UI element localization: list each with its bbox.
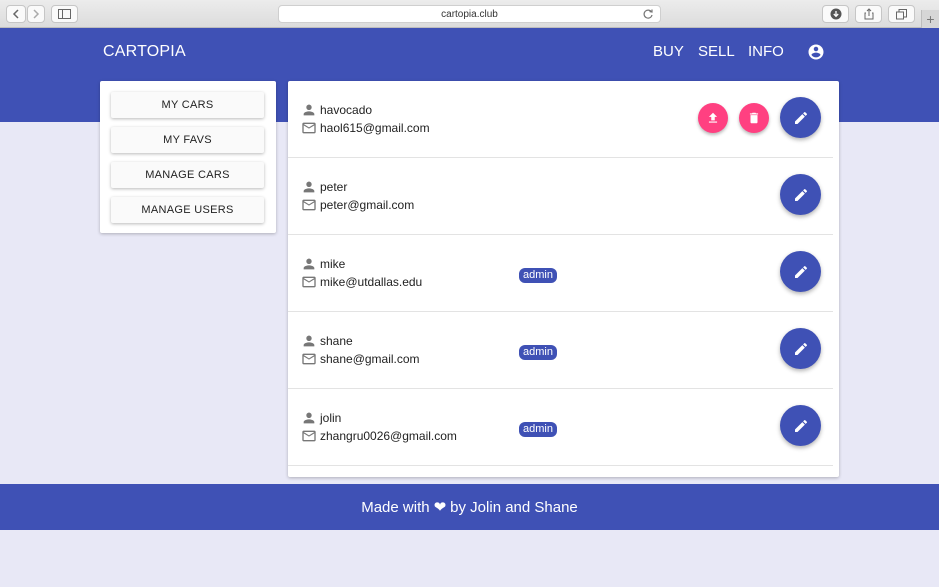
sidebar-menu: MY CARS MY FAVS MANAGE CARS MANAGE USERS (100, 81, 276, 233)
sidebar-item-manage-cars[interactable]: MANAGE CARS (111, 162, 264, 188)
mail-icon (302, 276, 316, 288)
plus-icon: + (926, 11, 935, 27)
email-line: haol615@gmail.com (301, 120, 430, 136)
brand-logo[interactable]: CARTOPIA (103, 43, 186, 61)
footer: Made with ❤ by Jolin and Shane (0, 484, 939, 530)
address-bar[interactable]: cartopia.club (278, 5, 661, 23)
mail-icon (302, 430, 316, 442)
username-line: havocado (301, 102, 372, 118)
edit-icon (794, 265, 807, 278)
username: shane (320, 334, 353, 348)
edit-icon (794, 419, 807, 432)
share-icon (864, 8, 873, 20)
user-list-card: havocado haol615@gmail.com peter peter@g… (288, 81, 839, 477)
email: mike@utdallas.edu (320, 275, 423, 289)
person-icon (303, 412, 315, 424)
person-icon (303, 335, 315, 347)
username: mike (320, 257, 346, 271)
username: jolin (320, 411, 342, 425)
username: peter (320, 180, 348, 194)
edit-button[interactable] (780, 174, 821, 215)
sidebar-toggle-button[interactable] (51, 5, 78, 23)
account-button[interactable] (807, 43, 825, 66)
chevron-left-icon (12, 9, 19, 19)
sidebar-item-my-favs[interactable]: MY FAVS (111, 127, 264, 153)
share-button[interactable] (855, 5, 882, 23)
tabs-overview-button[interactable] (888, 5, 915, 23)
url-text: cartopia.club (441, 8, 498, 20)
user-row: jolin zhangru0026@gmail.com admin (288, 389, 833, 466)
sidebar-item-my-cars[interactable]: MY CARS (111, 92, 264, 118)
email: peter@gmail.com (320, 198, 415, 212)
footer-credits: by Jolin and Shane (450, 498, 578, 516)
sidebar-item-manage-users[interactable]: MANAGE USERS (111, 197, 264, 223)
browser-toolbar: cartopia.club + (0, 0, 939, 28)
username-line: peter (301, 179, 347, 195)
email: shane@gmail.com (320, 352, 420, 366)
chevron-right-icon (33, 9, 40, 19)
upload-button[interactable] (698, 103, 728, 133)
footer-prefix: Made with (361, 498, 430, 516)
nav-sell[interactable]: SELL (698, 43, 735, 60)
delete-button[interactable] (739, 103, 769, 133)
username-line: jolin (301, 410, 341, 426)
admin-badge: admin (519, 268, 557, 283)
reload-icon[interactable] (642, 8, 654, 20)
nav-buy[interactable]: BUY (653, 43, 684, 60)
edit-icon (794, 111, 807, 124)
person-icon (303, 104, 315, 116)
username-line: mike (301, 256, 345, 272)
nav-info[interactable]: INFO (748, 43, 784, 60)
person-icon (303, 181, 315, 193)
tabs-icon (896, 8, 907, 19)
email-line: mike@utdallas.edu (301, 274, 422, 290)
edit-button[interactable] (780, 97, 821, 138)
email: zhangru0026@gmail.com (320, 429, 457, 443)
admin-badge: admin (519, 422, 557, 437)
mail-icon (302, 122, 316, 134)
edit-icon (794, 188, 807, 201)
mail-icon (302, 199, 316, 211)
heart-icon: ❤ (433, 499, 447, 516)
username: havocado (320, 103, 373, 117)
person-icon (303, 258, 315, 270)
edit-button[interactable] (780, 328, 821, 369)
edit-button[interactable] (780, 251, 821, 292)
downloads-button[interactable] (822, 5, 849, 23)
mail-icon (302, 353, 316, 365)
download-icon (830, 8, 841, 20)
email-line: zhangru0026@gmail.com (301, 428, 457, 444)
new-tab-button[interactable]: + (921, 10, 939, 28)
user-row: peter peter@gmail.com (288, 158, 833, 235)
user-row: mike mike@utdallas.edu admin (288, 235, 833, 312)
upload-icon (708, 112, 718, 123)
username-line: shane (301, 333, 353, 349)
user-row: havocado haol615@gmail.com (288, 81, 833, 158)
edit-icon (794, 342, 807, 355)
email-line: peter@gmail.com (301, 197, 414, 213)
delete-icon (749, 112, 759, 124)
back-button[interactable] (6, 5, 26, 23)
sidebar-icon (58, 9, 71, 19)
email-line: shane@gmail.com (301, 351, 420, 367)
edit-button[interactable] (780, 405, 821, 446)
forward-button[interactable] (27, 5, 45, 23)
user-row: shane shane@gmail.com admin (288, 312, 833, 389)
admin-badge: admin (519, 345, 557, 360)
email: haol615@gmail.com (320, 121, 430, 135)
account-circle-icon (808, 44, 824, 60)
